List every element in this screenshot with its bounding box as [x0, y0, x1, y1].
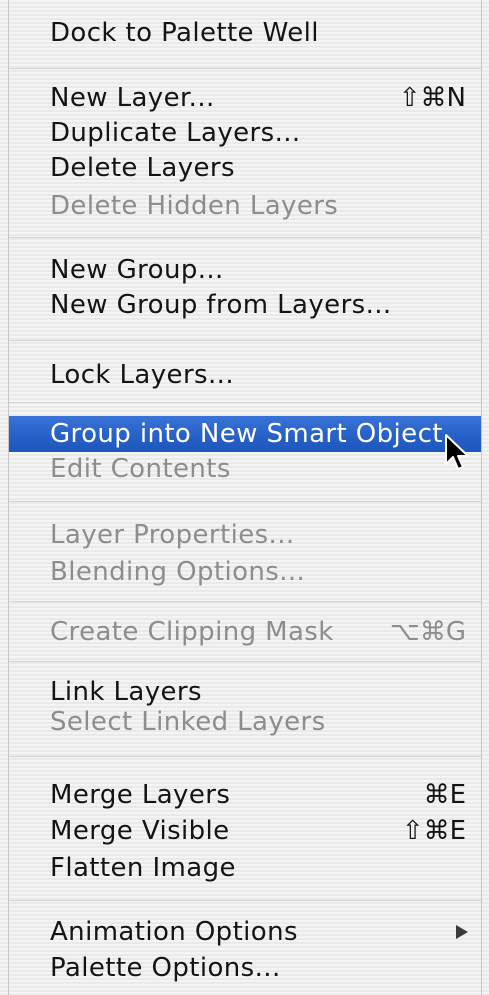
menu-item-label: Edit Contents: [50, 454, 231, 484]
menu-separator: [9, 340, 481, 341]
menu-right-edge: [481, 0, 482, 995]
menu-separator: [9, 661, 481, 662]
menu-item-edit-contents: Edit Contents: [9, 451, 481, 487]
menu-item-label: Delete Hidden Layers: [50, 191, 339, 221]
menu-item-label: Duplicate Layers...: [50, 118, 301, 148]
menu-item-layer-properties: Layer Properties...: [9, 517, 481, 553]
menu-item-label: Palette Options...: [50, 953, 281, 983]
menu-separator: [9, 756, 481, 757]
menu-item-label: New Layer...: [50, 83, 215, 113]
menu-item-label: Blending Options...: [50, 557, 306, 587]
menu-item-label: Flatten Image: [50, 853, 236, 883]
menu-item-select-linked-layers: Select Linked Layers: [9, 704, 481, 740]
menu-item-label: Animation Options: [50, 917, 298, 947]
menu-item-create-clipping-mask: Create Clipping Mask ⌥⌘G: [9, 614, 481, 650]
keyboard-shortcut: ⌘E: [423, 780, 466, 810]
menu-item-group-into-new-smart-object[interactable]: Group into New Smart Object: [9, 416, 481, 452]
menu-item-duplicate-layers[interactable]: Duplicate Layers...: [9, 115, 481, 151]
menu-item-blending-options: Blending Options...: [9, 554, 481, 590]
menu-item-animation-options[interactable]: Animation Options: [9, 914, 481, 950]
arrow-cursor-icon: [445, 434, 469, 470]
menu-item-new-group[interactable]: New Group...: [9, 252, 481, 288]
menu-item-label: Layer Properties...: [50, 520, 295, 550]
menu-item-new-layer[interactable]: New Layer... ⇧⌘N: [9, 80, 481, 116]
menu-item-label: Lock Layers...: [50, 360, 234, 390]
menu-item-new-group-from-layers[interactable]: New Group from Layers...: [9, 287, 481, 323]
menu-item-label: Group into New Smart Object: [50, 419, 443, 449]
menu-separator: [9, 501, 481, 502]
menu-item-label: New Group...: [50, 255, 224, 285]
layers-palette-menu: Dock to Palette Well New Layer... ⇧⌘N Du…: [0, 0, 489, 995]
menu-item-label: Merge Layers: [50, 780, 231, 810]
menu-separator: [9, 237, 481, 238]
menu-item-label: Select Linked Layers: [50, 707, 326, 737]
menu-item-delete-layers[interactable]: Delete Layers: [9, 150, 481, 186]
menu-item-lock-layers[interactable]: Lock Layers...: [9, 357, 481, 393]
keyboard-shortcut: ⇧⌘N: [398, 83, 466, 113]
menu-item-flatten-image[interactable]: Flatten Image: [9, 850, 481, 886]
menu-item-label: Create Clipping Mask: [50, 617, 334, 647]
menu-separator: [9, 601, 481, 602]
menu-item-palette-options[interactable]: Palette Options...: [9, 950, 481, 986]
menu-item-label: Dock to Palette Well: [50, 18, 319, 48]
menu-separator: [9, 900, 481, 901]
menu-separator: [9, 68, 481, 69]
menu-item-merge-visible[interactable]: Merge Visible ⇧⌘E: [9, 813, 481, 849]
menu-item-dock-to-palette-well[interactable]: Dock to Palette Well: [9, 15, 481, 51]
menu-item-label: New Group from Layers...: [50, 290, 392, 320]
menu-item-label: Merge Visible: [50, 816, 230, 846]
menu-separator: [9, 402, 481, 403]
submenu-arrow-icon: [456, 925, 468, 939]
keyboard-shortcut: ⇧⌘E: [401, 816, 466, 846]
menu-item-merge-layers[interactable]: Merge Layers ⌘E: [9, 777, 481, 813]
menu-item-label: Delete Layers: [50, 153, 235, 183]
menu-item-delete-hidden-layers: Delete Hidden Layers: [9, 188, 481, 224]
keyboard-shortcut: ⌥⌘G: [389, 617, 466, 647]
